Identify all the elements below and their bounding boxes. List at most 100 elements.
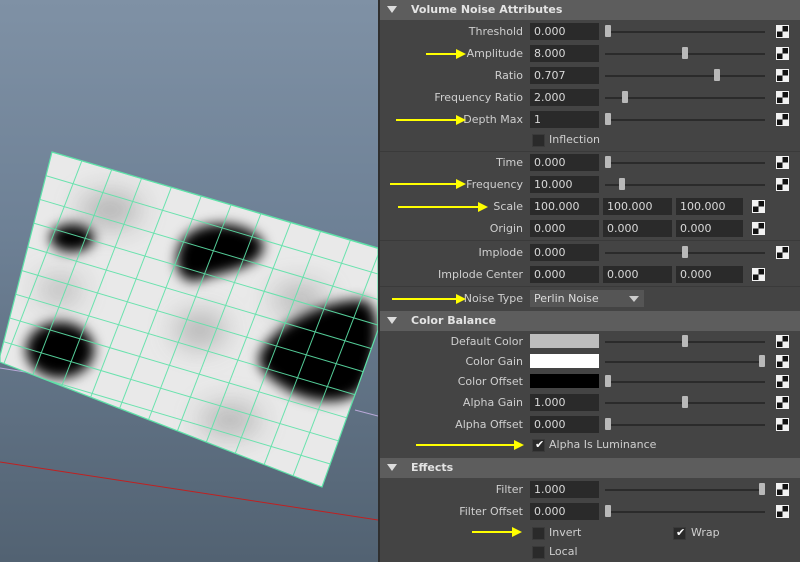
ratio-map-icon[interactable]	[776, 69, 789, 82]
amplitude-slider-handle[interactable]	[682, 47, 688, 59]
threshold-slider-handle[interactable]	[605, 25, 611, 37]
default-color-map-icon[interactable]	[776, 335, 789, 348]
implode-center-map-icon[interactable]	[752, 268, 765, 281]
filter-field[interactable]: 1.000	[530, 481, 599, 498]
scale-map-icon[interactable]	[752, 200, 765, 213]
alpha-gain-slider-handle[interactable]	[682, 396, 688, 408]
viewport-scene	[0, 151, 378, 521]
frequency-slider-handle[interactable]	[618, 178, 625, 190]
ratio-slider-track[interactable]	[605, 75, 765, 77]
alpha-offset-map-icon[interactable]	[776, 418, 789, 431]
implode-map-icon[interactable]	[776, 246, 789, 259]
color-gain-slider-handle[interactable]	[759, 355, 765, 367]
color-offset-swatch[interactable]	[530, 374, 599, 388]
amplitude-map-icon[interactable]	[776, 47, 789, 60]
alpha-gain-label: Alpha Gain	[462, 396, 523, 409]
noise-type-value: Perlin Noise	[534, 292, 599, 305]
amplitude-field[interactable]: 8.000	[530, 45, 599, 62]
chevron-down-icon	[629, 296, 639, 302]
scale-label: Scale	[493, 200, 523, 213]
origin-z-field[interactable]: 0.000	[676, 220, 743, 237]
alpha-gain-map-icon[interactable]	[776, 396, 789, 409]
alpha-offset-slider-track[interactable]	[605, 424, 765, 426]
highlight-arrow-icon	[426, 49, 466, 59]
implode-center-y-field[interactable]: 0.000	[603, 266, 672, 283]
origin-label: Origin	[489, 222, 523, 235]
invert-checkbox[interactable]	[532, 527, 545, 540]
frequency-ratio-slider-track[interactable]	[605, 97, 765, 99]
color-offset-label: Color Offset	[457, 375, 523, 388]
color-offset-slider-handle[interactable]	[605, 375, 611, 387]
origin-map-icon[interactable]	[752, 222, 765, 235]
noise-textured-plane[interactable]	[0, 152, 378, 487]
color-offset-slider-track[interactable]	[605, 381, 765, 383]
collapse-arrow-icon[interactable]	[387, 6, 397, 13]
frequency-slider-track[interactable]	[605, 184, 765, 186]
alpha-offset-slider-handle[interactable]	[605, 418, 611, 430]
ratio-field[interactable]: 0.707	[530, 67, 599, 84]
time-slider-track[interactable]	[605, 162, 765, 164]
implode-center-x-field[interactable]: 0.000	[530, 266, 599, 283]
color-offset-map-icon[interactable]	[776, 375, 789, 388]
threshold-field[interactable]: 0.000	[530, 23, 599, 40]
frequency-map-icon[interactable]	[776, 178, 789, 191]
filter-slider-handle[interactable]	[759, 483, 765, 495]
filter-offset-field[interactable]: 0.000	[530, 503, 599, 520]
alpha-gain-field[interactable]: 1.000	[530, 394, 599, 411]
color-gain-swatch[interactable]	[530, 354, 599, 368]
alpha-offset-field[interactable]: 0.000	[530, 416, 599, 433]
frequency-ratio-slider-handle[interactable]	[621, 91, 628, 103]
time-map-icon[interactable]	[776, 156, 789, 169]
depth-max-map-icon[interactable]	[776, 113, 789, 126]
scale-y-field[interactable]: 100.000	[603, 198, 672, 215]
implode-center-label: Implode Center	[438, 268, 523, 281]
filter-offset-slider-track[interactable]	[605, 511, 765, 513]
threshold-map-icon[interactable]	[776, 25, 789, 38]
depth-max-field[interactable]: 1	[530, 111, 599, 128]
ratio-slider-handle[interactable]	[713, 69, 720, 81]
section-header-effects[interactable]: Effects	[380, 458, 800, 478]
highlight-arrow-icon	[396, 115, 466, 125]
threshold-slider-track[interactable]	[605, 31, 765, 33]
default-color-slider-handle[interactable]	[682, 335, 688, 347]
alpha-is-luminance-checkbox[interactable]: ✔	[532, 438, 545, 452]
origin-x-field[interactable]: 0.000	[530, 220, 599, 237]
noise-type-dropdown[interactable]: Perlin Noise	[530, 290, 644, 307]
depth-max-slider-track[interactable]	[605, 119, 765, 121]
origin-y-field[interactable]: 0.000	[603, 220, 672, 237]
implode-slider-handle[interactable]	[682, 246, 688, 258]
collapse-arrow-icon[interactable]	[387, 464, 397, 471]
implode-label: Implode	[478, 246, 523, 259]
color-gain-map-icon[interactable]	[776, 355, 789, 368]
filter-map-icon[interactable]	[776, 483, 789, 496]
frequency-field[interactable]: 10.000	[530, 176, 599, 193]
implode-field[interactable]: 0.000	[530, 244, 599, 261]
frequency-ratio-map-icon[interactable]	[776, 91, 789, 104]
implode-center-z-field[interactable]: 0.000	[676, 266, 743, 283]
depth-max-slider-handle[interactable]	[605, 113, 611, 125]
wrap-checkbox[interactable]: ✔	[673, 526, 686, 540]
time-slider-handle[interactable]	[605, 156, 611, 168]
time-field[interactable]: 0.000	[530, 154, 599, 171]
3d-viewport[interactable]	[0, 0, 378, 562]
section-header-volume-noise[interactable]: Volume Noise Attributes	[380, 0, 800, 20]
section-header-color-balance[interactable]: Color Balance	[380, 311, 800, 331]
scale-z-field[interactable]: 100.000	[676, 198, 743, 215]
inflection-checkbox[interactable]	[532, 134, 545, 147]
filter-slider-track[interactable]	[605, 489, 765, 491]
wrap-label: Wrap	[691, 526, 720, 539]
local-checkbox[interactable]	[532, 546, 545, 559]
color-gain-label: Color Gain	[465, 355, 523, 368]
color-gain-slider-track[interactable]	[605, 361, 765, 363]
default-color-swatch[interactable]	[530, 334, 599, 348]
filter-offset-map-icon[interactable]	[776, 505, 789, 518]
collapse-arrow-icon[interactable]	[387, 317, 397, 324]
frequency-ratio-field[interactable]: 2.000	[530, 89, 599, 106]
highlight-arrow-icon	[392, 294, 466, 304]
frequency-ratio-label: Frequency Ratio	[434, 91, 523, 104]
filter-offset-slider-handle[interactable]	[605, 505, 611, 517]
separator	[380, 240, 800, 241]
scale-x-field[interactable]: 100.000	[530, 198, 599, 215]
local-label: Local	[549, 545, 578, 558]
checkmark-icon: ✔	[676, 526, 686, 539]
